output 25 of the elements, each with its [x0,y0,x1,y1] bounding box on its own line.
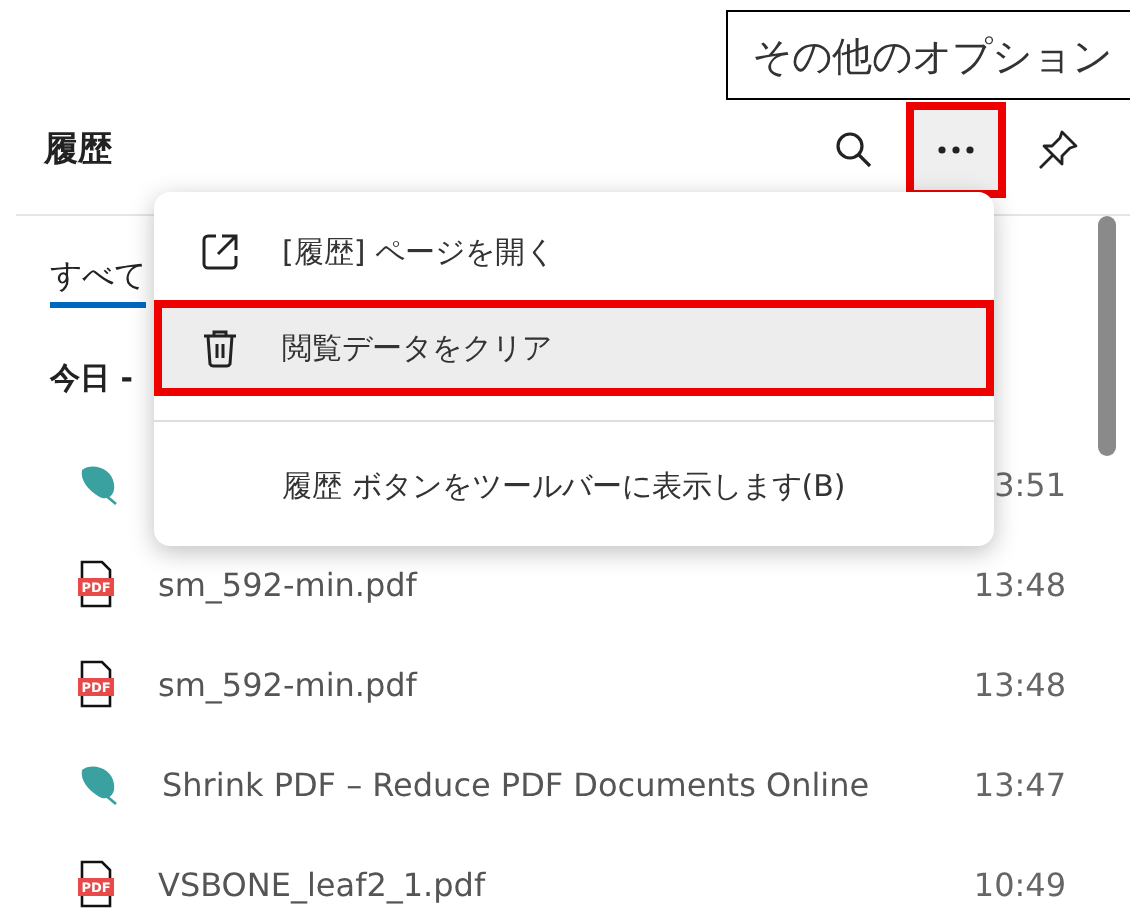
history-item-title[interactable]: Shrink PDF – Reduce PDF Documents Online [162,765,870,803]
history-item-title[interactable]: sm_592-min.pdf [158,565,417,603]
menu-item[interactable]: 履歴 ボタンをツールバーに表示します(B) [154,438,994,534]
pin-icon [1036,127,1080,171]
menu-item[interactable]: 閲覧データをクリア [154,300,994,396]
history-item-title[interactable]: sm_592-min.pdf [158,665,417,703]
panel-title: 履歴 [44,128,112,172]
search-icon [834,129,874,169]
visit-time: 13:48 [973,565,1066,603]
trash-icon [198,326,242,370]
scrollbar-thumb[interactable] [1098,216,1116,456]
visit-time: 13:48 [973,665,1066,703]
external-link-icon [198,230,242,274]
menu-item[interactable]: [履歴] ページを開く [154,204,994,300]
more-icon [936,143,976,155]
more-options-button[interactable] [906,101,1006,197]
leaf-icon [76,462,120,506]
section-heading: 今日 - [50,360,133,396]
leaf-icon [76,762,120,806]
visit-time: 3:51 [994,465,1066,503]
visit-time: 10:49 [973,865,1066,903]
filter-tab[interactable]: すべて [50,256,146,308]
tooltip: その他のオプション [726,10,1130,100]
visit-time: 13:47 [973,765,1066,803]
history-item-title[interactable]: VSBONE_leaf2_1.pdf [158,865,486,903]
